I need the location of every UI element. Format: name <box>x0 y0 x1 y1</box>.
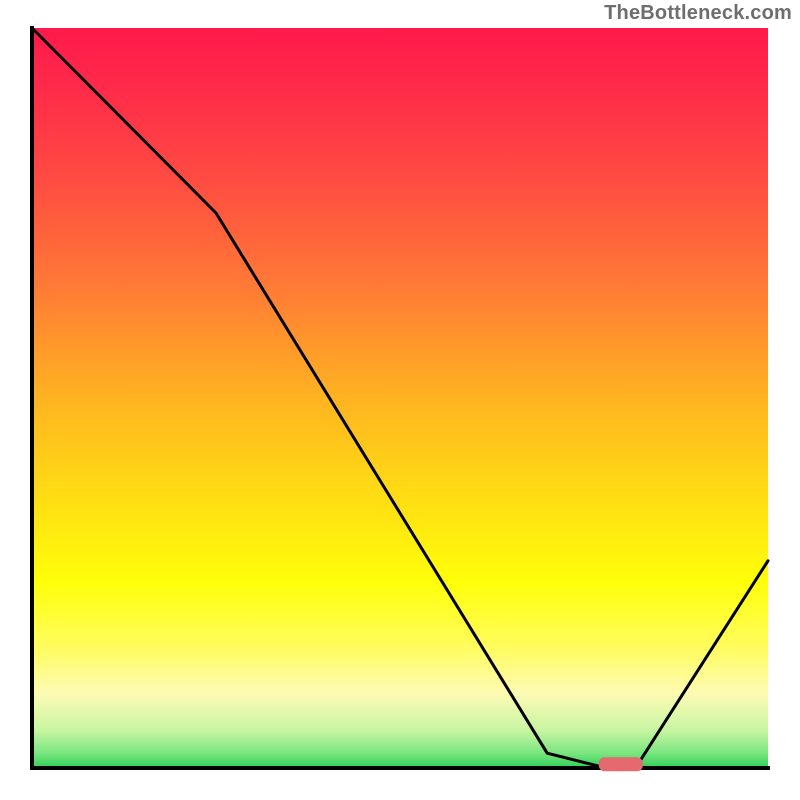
watermark-text: TheBottleneck.com <box>604 2 792 25</box>
bottleneck-chart <box>0 0 800 800</box>
chart-container: TheBottleneck.com <box>0 0 800 800</box>
optimal-range-marker <box>599 757 643 771</box>
